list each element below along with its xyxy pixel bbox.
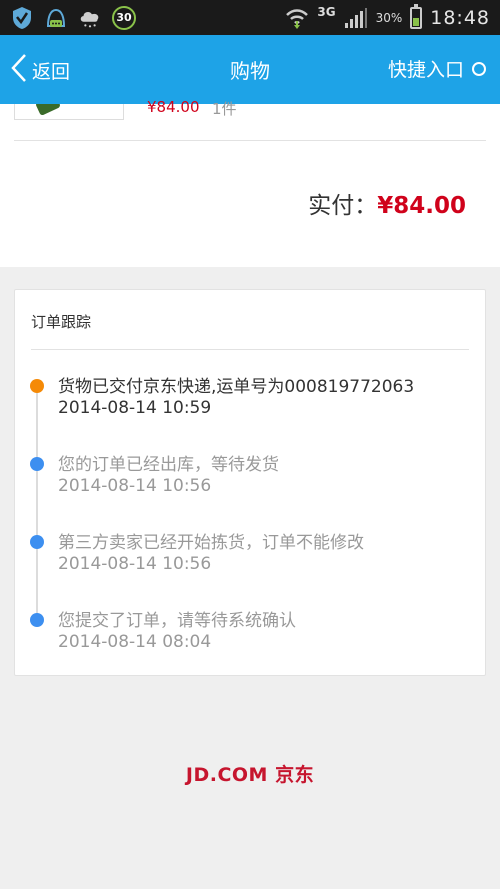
- divider: [31, 349, 469, 350]
- notification-count-badge: 30: [112, 5, 136, 30]
- paid-label: 实付：: [308, 193, 378, 219]
- battery-icon: [410, 3, 423, 29]
- order-product-section: ¥84.00 1件 实付：¥84.00: [0, 98, 500, 267]
- chat-bell-icon: [44, 6, 68, 30]
- signal-bars-icon: [344, 6, 368, 30]
- product-thumbnail[interactable]: [14, 104, 124, 120]
- event-message: 货物已交付京东快递,运单号为000819772063: [58, 377, 415, 397]
- status-left-icons: 30: [10, 4, 136, 31]
- paid-amount: ¥84.00: [377, 193, 466, 219]
- quick-entry-button[interactable]: 快捷入口: [388, 55, 486, 82]
- status-right-icons: 3G 30% 18:48: [285, 3, 490, 31]
- clock-time: 18:48: [430, 6, 490, 29]
- battery-percent: 30%: [375, 10, 403, 25]
- status-dot-icon: [30, 379, 44, 393]
- paid-total: 实付：¥84.00: [308, 186, 466, 220]
- event-time: 2014-08-14 10:56: [58, 554, 212, 574]
- event-time: 2014-08-14 10:56: [58, 476, 212, 496]
- product-quantity: 1件: [212, 100, 237, 118]
- order-tracking-card: 订单跟踪 货物已交付京东快递,运单号为000819772063 2014-08-…: [14, 289, 486, 676]
- shield-icon: [10, 6, 34, 30]
- status-dot-icon: [30, 535, 44, 549]
- event-message: 第三方卖家已经开始拣货，订单不能修改: [58, 533, 364, 553]
- status-dot-icon: [30, 457, 44, 471]
- timeline-line: [36, 382, 38, 624]
- wifi-icon: [285, 6, 309, 30]
- tracking-title: 订单跟踪: [31, 313, 92, 331]
- network-type: 3G: [317, 4, 336, 19]
- event-time: 2014-08-14 08:04: [58, 632, 212, 652]
- status-dot-icon: [30, 613, 44, 627]
- status-bar: 30 3G 30% 18:48: [0, 0, 500, 35]
- quick-entry-label: 快捷入口: [387, 59, 464, 81]
- event-time: 2014-08-14 10:59: [58, 398, 212, 418]
- weather-cloud-icon: [78, 6, 102, 30]
- product-price: ¥84.00: [147, 98, 200, 116]
- divider: [14, 140, 486, 141]
- circle-icon: [472, 61, 486, 76]
- app-header: 返回 购物 快捷入口: [0, 35, 500, 104]
- event-message: 您提交了订单，请等待系统确认: [58, 611, 296, 631]
- jd-logo: JD.COM 京东: [185, 764, 315, 786]
- event-message: 您的订单已经出库，等待发货: [58, 455, 279, 475]
